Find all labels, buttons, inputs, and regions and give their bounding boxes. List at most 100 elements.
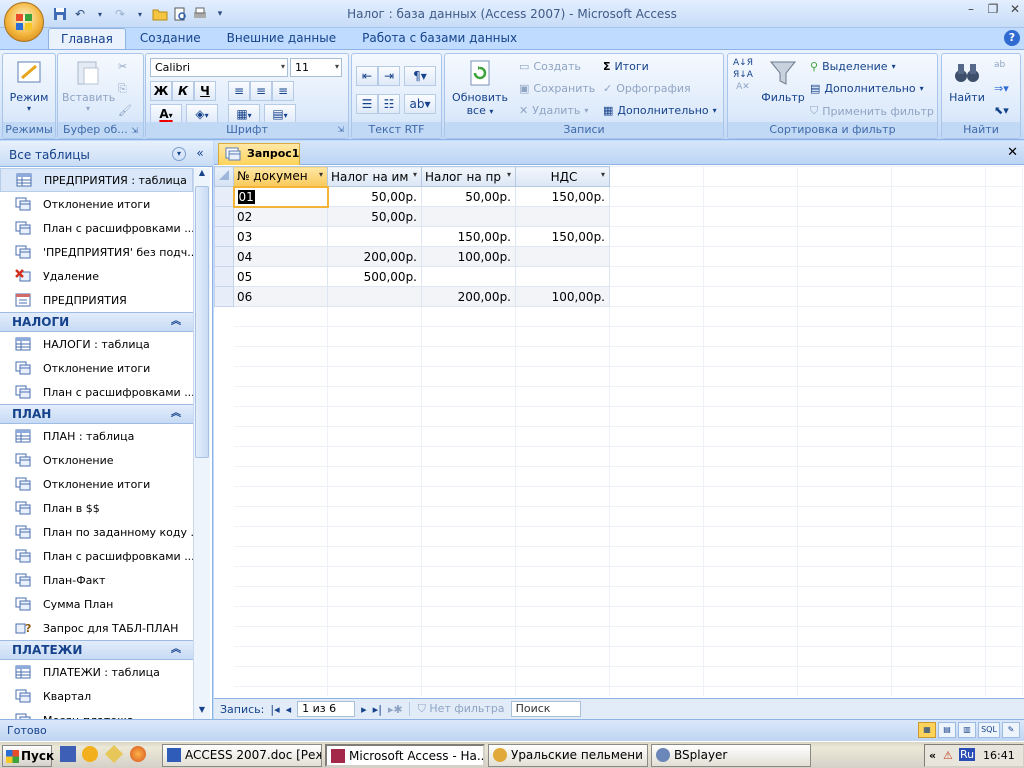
find-button[interactable]: Найти: [944, 58, 990, 104]
table-row[interactable]: 02 50,00р.: [214, 206, 1023, 227]
nav-item[interactable]: ПРЕДПРИЯТИЯ : таблица: [0, 168, 193, 192]
restore-icon[interactable]: ❐: [986, 2, 1000, 16]
taskbar-button-browser[interactable]: Уральские пельмени (Т...: [488, 744, 648, 767]
highlight-icon[interactable]: ab▾: [404, 94, 436, 114]
align-left-icon[interactable]: ≡: [228, 81, 250, 101]
row-selector[interactable]: [214, 226, 234, 247]
numbering-icon[interactable]: ☰: [356, 94, 378, 114]
shutter-collapse-icon[interactable]: «: [192, 146, 208, 162]
table-cell[interactable]: 06: [233, 286, 328, 307]
table-cell[interactable]: 100,00р.: [421, 246, 516, 267]
format-painter-icon[interactable]: 🖌: [118, 104, 132, 117]
quicklaunch-tool-icon[interactable]: [104, 744, 124, 764]
nav-section-header[interactable]: ПЛАН ︽: [0, 404, 193, 424]
dialog-launcher-icon[interactable]: ⇲: [337, 122, 344, 138]
table-cell[interactable]: 150,00р.: [421, 226, 516, 247]
taskbar-button-word[interactable]: ACCESS 2007.doc [Режи...: [162, 744, 322, 767]
tab-create[interactable]: Создание: [128, 28, 213, 50]
totals-button[interactable]: Σ Итоги: [603, 60, 649, 73]
bullets-icon[interactable]: ☷: [378, 94, 400, 114]
nav-item[interactable]: НАЛОГИ : таблица: [0, 332, 193, 356]
nav-item[interactable]: План с расшифровками ...: [0, 544, 193, 568]
table-row[interactable]: 04 200,00р. 100,00р.: [214, 246, 1023, 267]
table-cell[interactable]: [327, 286, 422, 307]
bold-button[interactable]: Ж: [150, 81, 172, 101]
taskbar-button-access[interactable]: Microsoft Access - На...: [325, 744, 485, 767]
table-cell[interactable]: [327, 226, 422, 247]
nav-scrollbar[interactable]: ▲ ▼: [193, 168, 210, 719]
sort-ascending-icon[interactable]: A↓Я: [733, 58, 753, 68]
nav-item[interactable]: ? Запрос для ТАБЛ-ПЛАН: [0, 616, 193, 640]
save-record-button[interactable]: ▣ Сохранить: [519, 82, 595, 95]
goto-icon[interactable]: ⇒▾: [994, 82, 1009, 95]
fill-color-icon[interactable]: ◈▾: [186, 104, 218, 124]
first-record-icon[interactable]: |◂: [270, 703, 279, 716]
nav-item[interactable]: Квартал: [0, 684, 193, 708]
sort-descending-icon[interactable]: Я↓А: [733, 70, 753, 80]
nav-item[interactable]: ПРЕДПРИЯТИЯ: [0, 288, 193, 312]
column-dropdown-icon[interactable]: ▾: [601, 170, 605, 179]
redo-icon[interactable]: ↷: [112, 6, 128, 22]
cut-icon[interactable]: ✂: [118, 60, 127, 73]
current-record-input[interactable]: 1 из 6: [297, 701, 356, 717]
alternate-fill-icon[interactable]: ▤▾: [264, 104, 296, 124]
column-dropdown-icon[interactable]: ▾: [319, 170, 323, 179]
language-indicator[interactable]: Ru: [959, 748, 976, 761]
apply-filter-button[interactable]: ⛉ Применить фильтр: [810, 104, 934, 118]
nav-header[interactable]: Все таблицы ▾ «: [0, 141, 213, 167]
table-row[interactable]: 01 50,00р. 50,00р. 150,00р.: [214, 185, 1023, 208]
pivot-chart-view-icon[interactable]: ▥: [958, 722, 976, 738]
redo-dropdown-icon[interactable]: ▾: [132, 6, 148, 22]
table-row[interactable]: 05 500,00р.: [214, 266, 1023, 287]
table-cell[interactable]: 200,00р.: [421, 286, 516, 307]
font-family-select[interactable]: Calibri ▾: [150, 58, 288, 77]
table-cell[interactable]: [515, 266, 610, 287]
table-cell[interactable]: 150,00р.: [515, 186, 610, 207]
paragraph-direction-icon[interactable]: ¶▾: [404, 66, 436, 86]
nav-item[interactable]: Отклонение итоги: [0, 192, 193, 216]
nav-menu-dropdown-icon[interactable]: ▾: [172, 147, 186, 161]
tab-external-data[interactable]: Внешние данные: [215, 28, 348, 50]
copy-icon[interactable]: ⎘: [118, 82, 127, 96]
collapse-section-icon[interactable]: ︽: [171, 313, 181, 331]
pivot-table-view-icon[interactable]: ▤: [938, 722, 956, 738]
table-cell[interactable]: 200,00р.: [327, 246, 422, 267]
table-cell[interactable]: 05: [233, 266, 328, 287]
close-document-icon[interactable]: ✕: [1007, 145, 1018, 160]
table-cell[interactable]: 100,00р.: [515, 286, 610, 307]
filter-button[interactable]: Фильтр: [758, 58, 808, 104]
select-all-corner[interactable]: [214, 166, 234, 187]
refresh-all-button[interactable]: Обновить все ▾: [449, 58, 511, 117]
scroll-thumb[interactable]: [195, 186, 209, 458]
office-button[interactable]: [4, 2, 44, 42]
spelling-button[interactable]: ✓ Орфография: [603, 82, 691, 95]
column-header[interactable]: Налог на пр ▾: [421, 166, 516, 187]
open-icon[interactable]: [152, 6, 168, 22]
table-cell[interactable]: 500,00р.: [327, 266, 422, 287]
help-icon[interactable]: ?: [1004, 30, 1020, 46]
nav-item[interactable]: План в $$: [0, 496, 193, 520]
column-header[interactable]: № докумен ▾: [233, 166, 328, 187]
decrease-indent-icon[interactable]: ⇤: [356, 66, 378, 86]
new-record-button[interactable]: ▭ Создать: [519, 60, 581, 73]
column-dropdown-icon[interactable]: ▾: [507, 170, 511, 179]
print-icon[interactable]: [192, 6, 208, 22]
table-cell[interactable]: 50,00р.: [327, 186, 422, 207]
tray-expand-icon[interactable]: «: [929, 749, 936, 762]
table-cell[interactable]: 150,00р.: [515, 226, 610, 247]
table-cell[interactable]: 50,00р.: [327, 206, 422, 227]
taskbar-button-bsplayer[interactable]: BSplayer: [651, 744, 811, 767]
italic-button[interactable]: К: [172, 81, 194, 101]
row-selector[interactable]: [214, 266, 234, 287]
paste-button[interactable]: Вставить ▾: [62, 58, 115, 113]
filter-status[interactable]: ⛉ Нет фильтра: [408, 702, 505, 716]
print-preview-icon[interactable]: [172, 6, 188, 22]
prev-record-icon[interactable]: ◂: [286, 703, 292, 716]
font-size-select[interactable]: 11 ▾: [290, 58, 342, 77]
nav-item[interactable]: ПЛАН : таблица: [0, 424, 193, 448]
nav-item[interactable]: Отклонение: [0, 448, 193, 472]
undo-dropdown-icon[interactable]: ▾: [92, 6, 108, 22]
nav-item[interactable]: Отклонение итоги: [0, 472, 193, 496]
clear-sort-icon[interactable]: A✕: [736, 82, 750, 92]
table-cell[interactable]: [515, 246, 610, 267]
